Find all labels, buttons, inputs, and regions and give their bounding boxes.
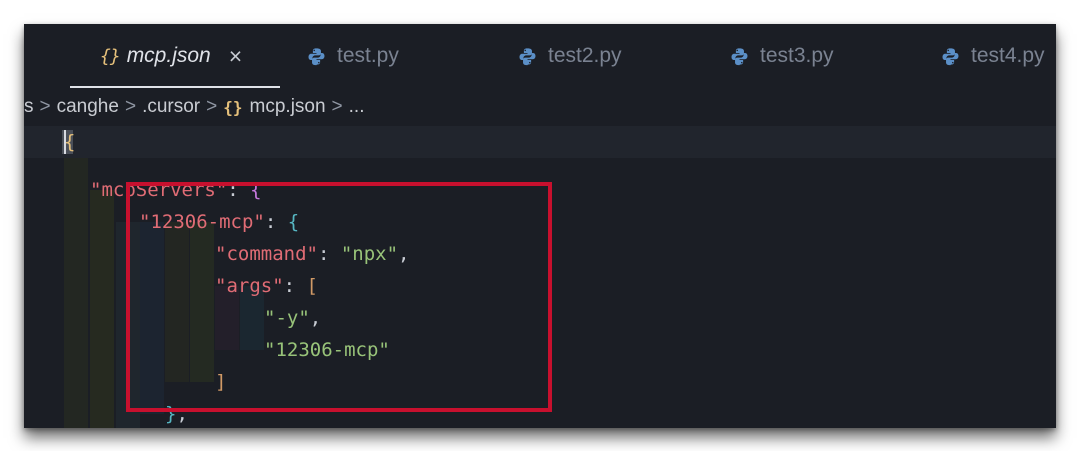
json-braces-icon: {} bbox=[100, 45, 121, 67]
breadcrumb-item[interactable]: .cursor bbox=[142, 96, 200, 118]
code-line-1: { bbox=[64, 131, 76, 153]
indent-guide bbox=[90, 190, 114, 428]
breadcrumb-separator: > bbox=[39, 96, 51, 117]
python-icon bbox=[308, 47, 325, 65]
tab-test-py[interactable]: test.py bbox=[307, 24, 399, 88]
tab-label: test4.py bbox=[971, 44, 1045, 67]
tab-mcp-json[interactable]: {} mcp.json × bbox=[100, 24, 242, 88]
close-icon[interactable]: × bbox=[229, 43, 242, 70]
tab-label: test2.py bbox=[548, 44, 622, 67]
tab-label: mcp.json bbox=[126, 44, 211, 67]
breadcrumb-item[interactable]: mcp.json bbox=[250, 96, 326, 118]
indent-guide bbox=[64, 158, 88, 428]
breadcrumb-item[interactable]: canghe bbox=[57, 96, 119, 118]
python-icon bbox=[942, 47, 959, 65]
breadcrumb-item[interactable]: ... bbox=[349, 96, 365, 118]
tab-test2-py[interactable]: test2.py bbox=[518, 24, 622, 88]
tab-label: test3.py bbox=[760, 44, 834, 67]
tab-test4-py[interactable]: test4.py bbox=[941, 24, 1045, 88]
breadcrumb: s > canghe > .cursor > {} mcp.json > ... bbox=[24, 88, 1056, 126]
breadcrumb-separator: > bbox=[124, 96, 137, 117]
current-line-highlight bbox=[24, 126, 1056, 158]
json-braces-icon: {} bbox=[223, 97, 243, 117]
breadcrumb-separator: > bbox=[206, 96, 218, 117]
python-icon bbox=[731, 47, 748, 65]
breadcrumb-item[interactable]: s bbox=[24, 96, 34, 118]
breadcrumb-separator: > bbox=[331, 96, 343, 117]
tab-bar: {} mcp.json × test.py test2.py test3.py … bbox=[24, 24, 1056, 88]
python-icon bbox=[519, 47, 536, 65]
tab-label: test.py bbox=[337, 44, 399, 67]
tab-test3-py[interactable]: test3.py bbox=[730, 24, 834, 88]
annotation-highlight-box bbox=[126, 182, 552, 412]
